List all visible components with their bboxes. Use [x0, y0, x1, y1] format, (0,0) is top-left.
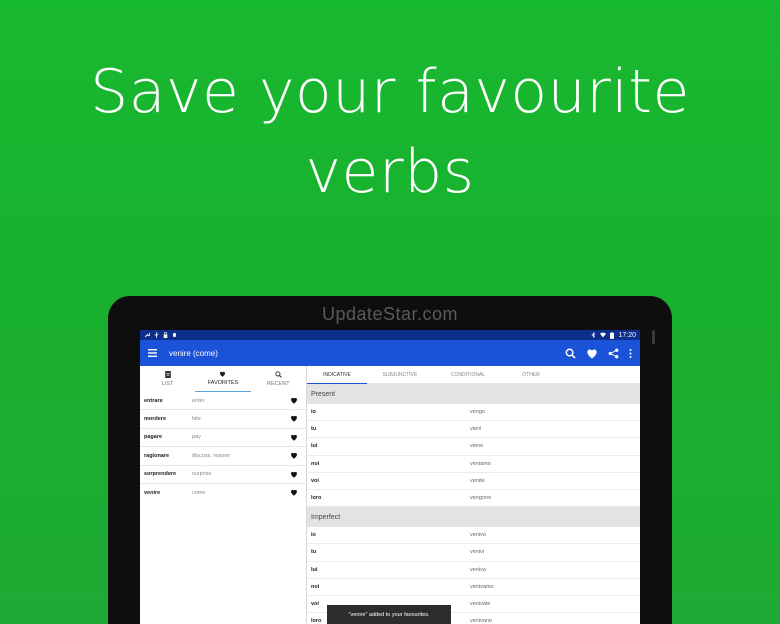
tab-conditional[interactable]: CONDITIONAL — [433, 366, 503, 384]
table-row: noi veniamo — [307, 455, 640, 473]
verb-form: venivi — [470, 549, 485, 556]
app-screen: 17:20 venire (come) LIST FAVORITES RECEN… — [140, 330, 640, 624]
verb-form: venivo — [470, 532, 486, 539]
battery-icon — [610, 331, 615, 339]
tab-other[interactable]: OTHER — [503, 366, 559, 384]
pronoun: loro — [311, 495, 322, 502]
wrench-icon — [144, 332, 150, 338]
toast-message: "venire" added to your favourites. — [327, 605, 451, 624]
verb-form: veniva — [470, 566, 486, 573]
pronoun: noi — [311, 460, 320, 467]
verb-name: sorprendere — [144, 471, 177, 478]
tab-favorites[interactable]: FAVORITES — [195, 366, 251, 392]
section-header-imperfect: Imperfect — [307, 507, 640, 528]
table-row: loro vengono — [307, 489, 640, 508]
list-icon — [164, 371, 171, 378]
heart-icon[interactable] — [290, 489, 298, 496]
table-row: io venivo — [307, 527, 640, 545]
verb-list-pane: LIST FAVORITES RECENT entrare enter mord… — [140, 366, 306, 624]
verb-translation: bite — [192, 416, 201, 423]
verb-form: venivamo — [470, 583, 494, 590]
favorite-heart-icon[interactable] — [586, 348, 598, 359]
list-item[interactable]: venire come — [140, 484, 306, 502]
usb-icon — [154, 332, 159, 338]
search-icon — [275, 371, 282, 378]
bug-icon — [172, 332, 177, 338]
status-time: 17:20 — [618, 331, 636, 339]
heart-icon[interactable] — [290, 397, 298, 404]
verb-translation: enter — [192, 397, 205, 404]
section-header-present: Present — [307, 384, 640, 404]
left-tab-bar: LIST FAVORITES RECENT — [140, 366, 306, 392]
verb-translation: discuss, reason — [192, 452, 231, 459]
verb-form: venivate — [470, 600, 491, 607]
bluetooth-icon — [591, 332, 596, 338]
conjugation-pane: INDICATIVE SUBJUNCTIVE CONDITIONAL OTHER… — [307, 366, 640, 624]
tab-subjunctive[interactable]: SUBJUNCTIVE — [367, 366, 433, 384]
verb-translation: surprise — [192, 471, 212, 478]
pronoun: io — [311, 532, 316, 539]
heart-icon — [219, 371, 226, 377]
verb-form: vengo — [470, 409, 485, 416]
table-row: voi venite — [307, 472, 640, 490]
list-item[interactable]: pagare pay — [140, 429, 306, 448]
verb-name: mordere — [144, 416, 167, 423]
pronoun: lui — [311, 443, 318, 450]
table-row: lui veniva — [307, 561, 640, 579]
status-bar: 17:20 — [140, 330, 640, 340]
verb-form: vengono — [470, 495, 492, 502]
overflow-menu-icon[interactable] — [629, 348, 632, 358]
heart-icon[interactable] — [290, 434, 298, 441]
app-bar-title: venire (come) — [169, 348, 218, 358]
verb-form: venite — [470, 477, 485, 484]
favorites-list: entrare enter mordere bite pagare pay ra… — [140, 392, 306, 502]
tab-recent-label: RECENT — [267, 381, 290, 387]
wifi-icon — [600, 332, 607, 338]
pronoun: voi — [311, 477, 319, 484]
heart-icon[interactable] — [290, 415, 298, 423]
list-item[interactable]: mordere bite — [140, 410, 306, 429]
table-row: lui viene — [307, 438, 640, 456]
watermark: UpdateStar.com — [321, 304, 459, 324]
tab-favorites-label: FAVORITES — [207, 380, 239, 386]
table-row: io vengo — [307, 404, 640, 422]
pronoun: tu — [311, 426, 317, 433]
heart-icon[interactable] — [290, 452, 298, 459]
menu-icon[interactable] — [148, 349, 157, 357]
verb-name: venire — [144, 490, 161, 497]
verb-name: pagare — [144, 434, 163, 441]
table-row: tu vieni — [307, 421, 640, 439]
verb-name: ragionare — [144, 452, 170, 459]
verb-translation: pay — [192, 434, 201, 441]
mood-tab-bar: INDICATIVE SUBJUNCTIVE CONDITIONAL OTHER — [307, 366, 640, 384]
tab-list[interactable]: LIST — [140, 366, 195, 392]
list-item[interactable]: entrare enter — [140, 392, 306, 411]
verb-translation: come — [192, 490, 206, 497]
pronoun: io — [311, 409, 316, 416]
verb-form: vieni — [470, 426, 482, 433]
table-row: tu venivi — [307, 544, 640, 562]
tab-indicative[interactable]: INDICATIVE — [307, 366, 367, 384]
tablet-camera — [652, 330, 655, 344]
verb-form: venivano — [470, 618, 493, 624]
list-item[interactable]: sorprendere surprise — [140, 466, 306, 484]
pronoun: tu — [311, 549, 317, 556]
list-item[interactable]: ragionare discuss, reason — [140, 447, 306, 466]
pronoun: noi — [311, 583, 320, 590]
verb-name: entrare — [144, 397, 163, 404]
table-row: noi venivamo — [307, 578, 640, 596]
app-bar: venire (come) — [140, 340, 640, 366]
headline: Save your favourite verbs — [90, 57, 690, 207]
pronoun: lui — [311, 566, 318, 573]
verb-form: viene — [470, 443, 484, 450]
tab-list-label: LIST — [161, 381, 174, 387]
share-icon[interactable] — [608, 348, 619, 359]
search-icon[interactable] — [565, 348, 576, 359]
verb-form: veniamo — [470, 460, 491, 467]
lock-icon — [163, 332, 168, 338]
tab-recent[interactable]: RECENT — [251, 366, 306, 392]
heart-icon[interactable] — [290, 471, 298, 478]
